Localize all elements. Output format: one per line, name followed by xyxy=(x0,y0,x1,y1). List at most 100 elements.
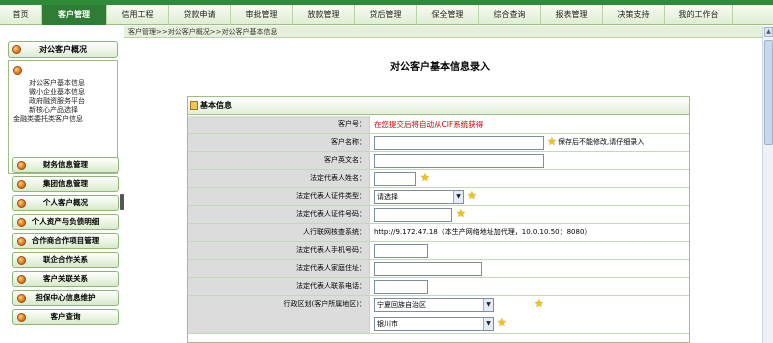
row-administrative-region: 行政区划(客户所属地区)： 宁夏回族自治区 ▼ ★ 银川市 ▼ ★ xyxy=(188,296,689,334)
value-legal-rep-name: ★ xyxy=(371,170,689,187)
folder-icon xyxy=(190,101,198,110)
select-value: 宁夏回族自治区 xyxy=(377,301,426,309)
row-customer-english-name: 客户英文名： xyxy=(188,152,689,170)
legal-rep-name-input[interactable] xyxy=(374,172,416,186)
sidebar-subitem-small-enterprise-info[interactable]: 微小企业基本信息 xyxy=(29,88,85,97)
bullet-icon xyxy=(17,180,26,189)
star-icon: ★ xyxy=(497,316,507,329)
value-legal-rep-address xyxy=(371,260,689,277)
star-icon: ★ xyxy=(420,171,430,184)
star-icon: ★ xyxy=(534,297,544,310)
value-legal-rep-mobile xyxy=(371,242,689,259)
sidebar-subitem-government-financing[interactable]: 政府融资服务平台 xyxy=(29,97,85,106)
sidebar-item-label: 客户查询 xyxy=(50,312,81,321)
scroll-up-arrow-icon[interactable]: ▲ xyxy=(764,27,773,37)
left-sidebar: 对公客户概况 对公客户基本信息 微小企业基本信息 政府融资服务平台 新核心产品选… xyxy=(0,26,122,343)
value-administrative-region: 宁夏回族自治区 ▼ ★ 银川市 ▼ ★ xyxy=(371,296,689,333)
legal-rep-id-type-select[interactable]: 请选择 ▼ xyxy=(374,190,464,204)
bullet-icon xyxy=(17,161,26,170)
tab-preservation-management[interactable]: 保全管理 xyxy=(417,5,479,25)
sidebar-subitem-corporate-basic-info[interactable]: 对公客户基本信息 xyxy=(29,79,85,88)
legal-rep-address-input[interactable] xyxy=(374,262,482,276)
bullet-icon xyxy=(17,313,26,322)
label-administrative-region: 行政区划(客户所属地区)： xyxy=(188,296,370,333)
label-legal-rep-phone: 法定代表人联系电话： xyxy=(188,278,370,295)
sidebar-item-finance[interactable]: 财务信息管理 xyxy=(12,157,119,173)
label-customer-number: 客户号： xyxy=(188,116,370,133)
row-legal-rep-phone: 法定代表人联系电话： xyxy=(188,278,689,296)
sidebar-item-label: 联企合作关系 xyxy=(43,255,88,264)
sidebar-item-personal-assets[interactable]: 个人资产与负债明细 xyxy=(12,214,119,230)
sidebar-item-personal-overview[interactable]: 个人客户概况 xyxy=(12,195,119,211)
value-legal-rep-id-type: 请选择 ▼ ★ xyxy=(371,188,689,205)
province-select[interactable]: 宁夏回族自治区 ▼ xyxy=(374,298,494,312)
tab-approval-management[interactable]: 审批管理 xyxy=(231,5,293,25)
bullet-icon xyxy=(12,45,21,54)
row-legal-rep-id-number: 法定代表人证件号码： ★ xyxy=(188,206,689,224)
label-legal-rep-id-number: 法定代表人证件号码： xyxy=(188,206,370,223)
label-customer-english-name: 客户英文名： xyxy=(188,152,370,169)
sidebar-item-guarantee-center[interactable]: 担保中心信息维护 xyxy=(12,290,119,306)
legal-rep-mobile-input[interactable] xyxy=(374,244,428,258)
tab-report-management[interactable]: 报表管理 xyxy=(541,5,603,25)
value-pboc-network-check: http://9.172.47.18（本生产网络地址加代理，10.0.10.50… xyxy=(371,224,689,241)
tab-disbursement-management[interactable]: 放款管理 xyxy=(293,5,355,25)
chevron-down-icon[interactable]: ▼ xyxy=(453,191,463,203)
value-customer-english-name xyxy=(371,152,689,169)
basic-info-form: 基本信息 客户号： 在您提交后将自动从CIF系统获得 客户名称： ★ 保存后不能… xyxy=(187,96,690,343)
row-customer-name: 客户名称： ★ 保存后不能修改,请仔细录入 xyxy=(188,134,689,152)
main-menu-bar: 首页 客户管理 信用工程 贷款申请 审批管理 放款管理 贷后管理 保全管理 综合… xyxy=(0,5,773,25)
row-legal-rep-name: 法定代表人姓名： ★ xyxy=(188,170,689,188)
row-customer-number: 客户号： 在您提交后将自动从CIF系统获得 xyxy=(188,116,689,134)
tab-credit-engineering[interactable]: 信用工程 xyxy=(107,5,169,25)
vertical-scrollbar[interactable]: ▲ xyxy=(762,26,773,343)
sidebar-item-label: 客户关联关系 xyxy=(43,274,88,283)
bullet-icon xyxy=(17,199,26,208)
sidebar-item-group[interactable]: 集团信息管理 xyxy=(12,176,119,192)
scroll-thumb[interactable] xyxy=(764,40,773,145)
tab-customer-management[interactable]: 客户管理 xyxy=(42,5,107,25)
select-value: 请选择 xyxy=(377,193,398,201)
tab-my-workbench[interactable]: 我的工作台 xyxy=(665,5,733,25)
sidebar-item-partner-projects[interactable]: 合作商合作项目管理 xyxy=(12,233,119,249)
chevron-down-icon[interactable]: ▼ xyxy=(483,299,493,311)
sidebar-item-label: 个人客户概况 xyxy=(43,198,88,207)
tab-home[interactable]: 首页 xyxy=(0,5,42,25)
sidebar-header-corporate-overview[interactable]: 对公客户概况 xyxy=(8,41,118,58)
customer-name-input[interactable] xyxy=(374,136,544,150)
label-legal-rep-id-type: 法定代表人证件类型： xyxy=(188,188,370,205)
label-legal-rep-mobile: 法定代表人手机号码： xyxy=(188,242,370,259)
customer-name-hint: 保存后不能修改,请仔细录入 xyxy=(558,138,645,146)
sidebar-item-customer-query[interactable]: 客户查询 xyxy=(12,309,119,325)
customer-english-name-input[interactable] xyxy=(374,154,544,168)
sidebar-item-customer-relations[interactable]: 客户关联关系 xyxy=(12,271,119,287)
city-select[interactable]: 银川市 ▼ xyxy=(374,317,494,331)
sidebar-item-enterprise-cooperation[interactable]: 联企合作关系 xyxy=(12,252,119,268)
row-legal-rep-mobile: 法定代表人手机号码： xyxy=(188,242,689,260)
tab-loan-application[interactable]: 贷款申请 xyxy=(169,5,231,25)
bullet-icon xyxy=(13,66,22,75)
tab-decision-support[interactable]: 决策支持 xyxy=(603,5,665,25)
row-pboc-network-check: 人行联网核查系统： http://9.172.47.18（本生产网络地址加代理，… xyxy=(188,224,689,242)
bullet-icon xyxy=(17,294,26,303)
row-legal-rep-address: 法定代表人家庭住址： xyxy=(188,260,689,278)
pboc-network-link[interactable]: http://9.172.47.18（本生产网络地址加代理，10.0.10.50… xyxy=(374,224,591,241)
sidebar-header-label: 对公客户概况 xyxy=(39,45,87,54)
value-legal-rep-id-number: ★ xyxy=(371,206,689,223)
legal-rep-phone-input[interactable] xyxy=(374,280,428,294)
bullet-icon xyxy=(17,275,26,284)
chevron-down-icon[interactable]: ▼ xyxy=(483,318,493,330)
breadcrumb: 客户管理>>对公客户概况>>对公客户基本信息 xyxy=(124,26,762,38)
bullet-icon xyxy=(17,256,26,265)
sidebar-collapse-handle[interactable] xyxy=(120,194,124,210)
value-customer-name: ★ 保存后不能修改,请仔细录入 xyxy=(371,134,689,151)
label-legal-rep-name: 法定代表人姓名： xyxy=(188,170,370,187)
star-icon: ★ xyxy=(547,135,557,148)
tab-integrated-query[interactable]: 综合查询 xyxy=(479,5,541,25)
legal-rep-id-number-input[interactable] xyxy=(374,208,452,222)
section-title: 基本信息 xyxy=(200,101,232,110)
select-value: 银川市 xyxy=(377,320,398,328)
tab-post-loan-management[interactable]: 贷后管理 xyxy=(355,5,417,25)
sidebar-subitem-financial-entrusted[interactable]: 金融类委托类客户信息 xyxy=(13,115,83,124)
sidebar-subitem-core-product[interactable]: 新核心产品选择 xyxy=(29,106,78,115)
